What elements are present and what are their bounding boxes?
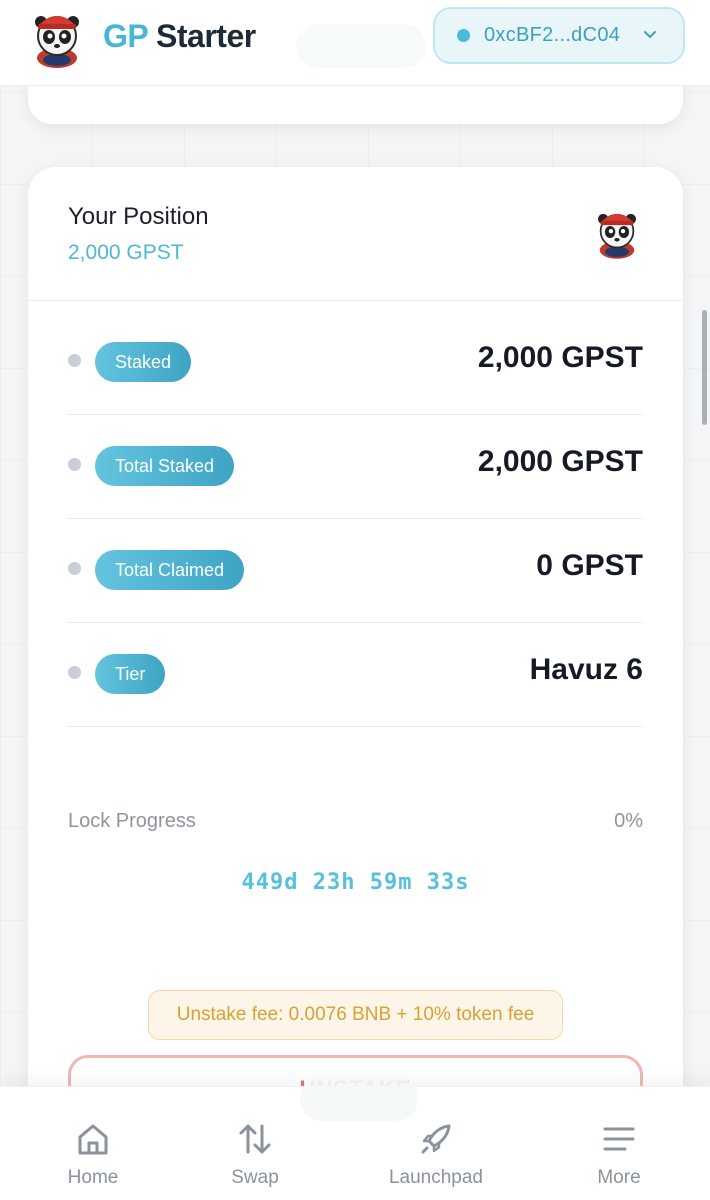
- wallet-button[interactable]: 0xcBF2...dC04: [433, 7, 685, 64]
- stat-value: 2,000 GPST: [477, 445, 643, 478]
- position-amount: 2,000 GPST: [68, 241, 184, 264]
- stat-value: Havuz 6: [529, 653, 643, 686]
- position-title: Your Position: [68, 203, 209, 230]
- scrollbar[interactable]: [702, 310, 707, 425]
- brand-name[interactable]: GP Starter: [103, 18, 256, 55]
- app-header: GP Starter 0xcBF2...dC04: [0, 0, 710, 86]
- stat-tag: Total Claimed: [95, 550, 245, 590]
- stat-tag: Total Staked: [95, 446, 235, 486]
- stat-row-total-claimed: Total Claimed 0 GPST: [68, 519, 643, 623]
- stat-row-staked: Staked 2,000 GPST: [68, 311, 643, 415]
- bullet-dot: [68, 666, 81, 680]
- swap-icon: [239, 1124, 271, 1154]
- brand-starter: Starter: [156, 18, 256, 54]
- stat-tag: Staked: [95, 342, 192, 382]
- nav-item-more[interactable]: More: [574, 1087, 664, 1200]
- bottom-nav: Home Swap Launchpad More: [0, 1077, 710, 1200]
- wallet-status-dot: [457, 29, 470, 42]
- nav-label: Launchpad: [388, 1167, 484, 1188]
- chevron-down-icon: [644, 31, 656, 39]
- nav-item-launchpad[interactable]: Launchpad: [380, 1087, 492, 1200]
- home-icon: [78, 1124, 108, 1155]
- stat-value: 0 GPST: [536, 549, 643, 582]
- nav-item-home[interactable]: Home: [48, 1087, 138, 1200]
- stat-row-tier: Tier Havuz 6: [68, 623, 643, 727]
- wallet-address: 0xcBF2...dC04: [484, 24, 621, 46]
- nav-label: Home: [67, 1167, 119, 1188]
- nav-item-swap[interactable]: Swap: [210, 1087, 300, 1200]
- stat-value: 2,000 GPST: [477, 341, 643, 374]
- lock-countdown: 449d 23h 59m 33s: [241, 870, 470, 895]
- unstake-fee-note: Unstake fee: 0.0076 BNB + 10% token fee: [148, 990, 563, 1040]
- lock-progress-percent: 0%: [614, 810, 643, 832]
- stat-row-total-staked: Total Staked 2,000 GPST: [68, 415, 643, 519]
- stat-tag: Tier: [95, 654, 166, 694]
- bullet-dot: [68, 562, 81, 576]
- lock-progress-label: Lock Progress: [68, 810, 196, 832]
- nav-label: More: [597, 1167, 641, 1188]
- header-placeholder-pill: [296, 24, 426, 68]
- bullet-dot: [68, 458, 81, 472]
- panda-token-icon: [592, 205, 642, 259]
- panda-logo-icon[interactable]: [28, 6, 86, 68]
- rocket-icon: [421, 1124, 451, 1154]
- position-card: Your Position 2,000 GPST Staked 2,000 GP…: [28, 167, 683, 1200]
- menu-icon: [603, 1127, 635, 1151]
- bullet-dot: [68, 354, 81, 368]
- position-header: Your Position 2,000 GPST: [28, 167, 683, 301]
- nav-label: Swap: [231, 1167, 279, 1188]
- brand-gp: GP: [103, 18, 148, 54]
